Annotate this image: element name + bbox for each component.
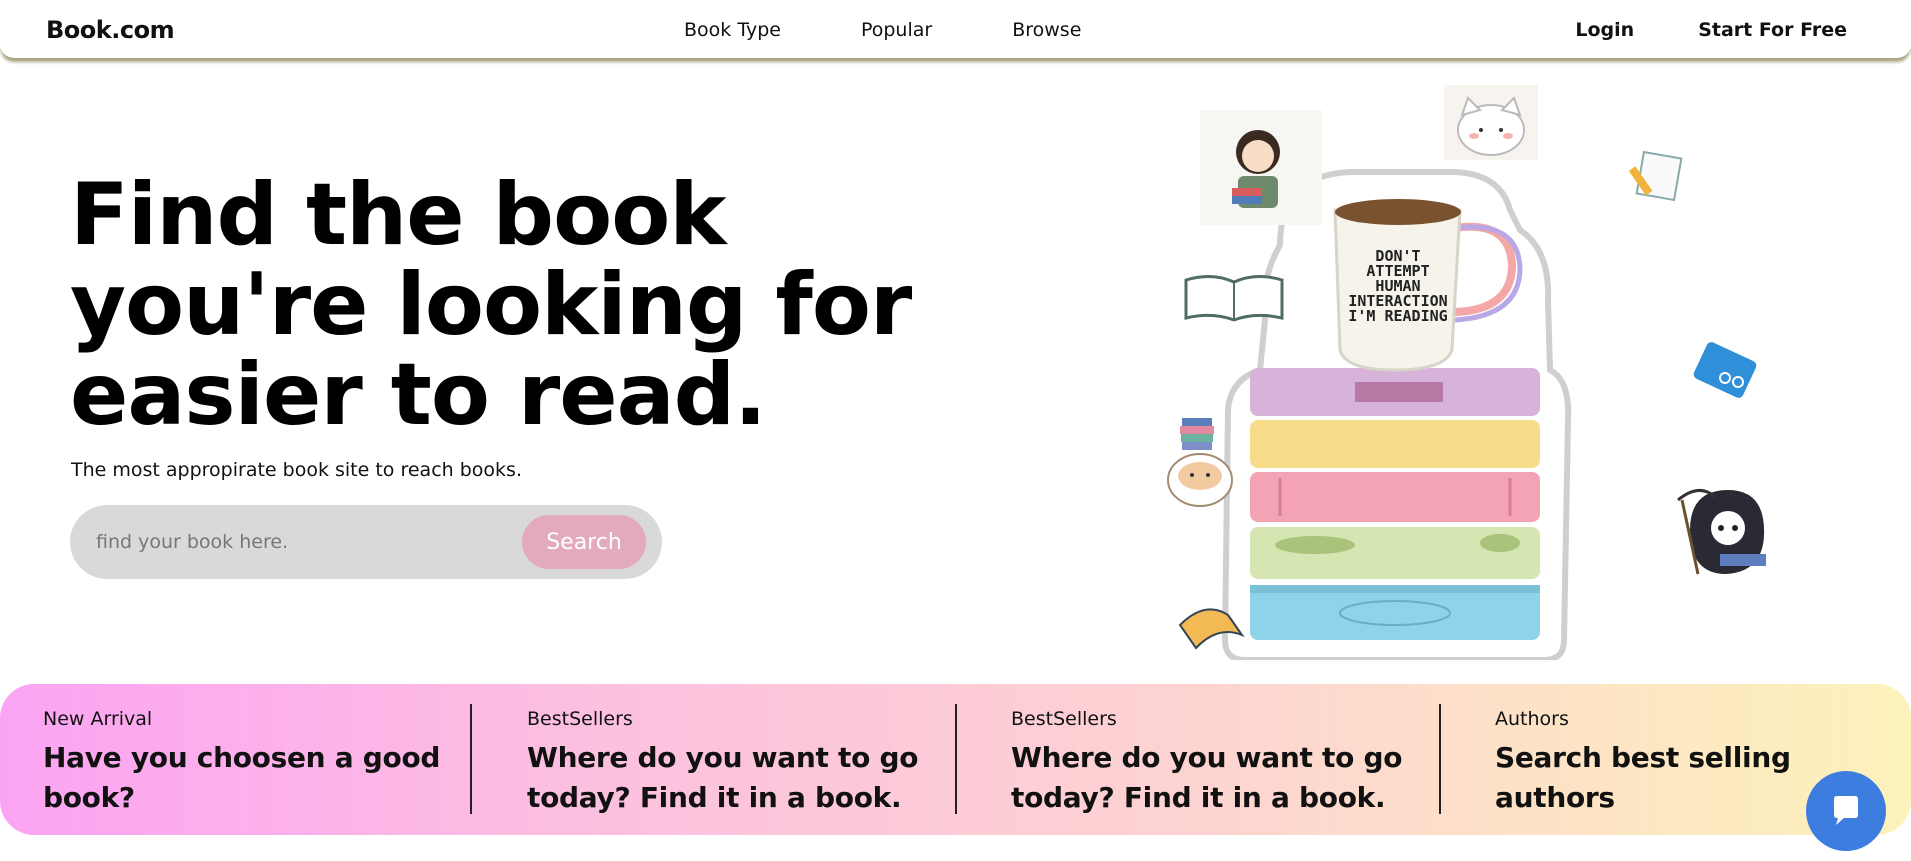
cat-with-books-sticker xyxy=(1167,418,1233,507)
card-label: BestSellers xyxy=(527,708,633,730)
hero-title: Find the book you're looking for easier … xyxy=(70,165,912,445)
mug-text-line-5: I'M READING xyxy=(1348,307,1447,325)
card-heading-line: today? Find it in a book. xyxy=(1011,781,1386,814)
category-strip: New Arrival Have you choosen a good book… xyxy=(0,684,1911,835)
hero-subtitle: The most appropirate book site to reach … xyxy=(71,459,522,481)
nav-actions: Login Start For Free xyxy=(1575,19,1847,41)
card-heading-line: book? xyxy=(43,781,135,814)
chat-bubble-icon xyxy=(1834,796,1858,825)
top-navbar: Book.com Book Type Popular Browse Login … xyxy=(0,0,1911,58)
card-divider xyxy=(1439,704,1441,814)
reaper-reading-sticker xyxy=(1677,489,1766,575)
search-button[interactable]: Search xyxy=(522,515,646,569)
nav-link-book-type[interactable]: Book Type xyxy=(684,19,781,41)
cat-sticker-top xyxy=(1444,85,1538,160)
card-heading-line: today? Find it in a book. xyxy=(527,781,902,814)
nav-link-browse[interactable]: Browse xyxy=(1012,19,1081,41)
login-link[interactable]: Login xyxy=(1575,19,1634,41)
hero-illustration: DON'T ATTEMPT HUMAN INTERACTION I'M READ… xyxy=(1150,80,1790,663)
card-heading-line: Where do you want to go xyxy=(1011,741,1403,774)
search-bar: Search xyxy=(70,505,662,579)
card-label: BestSellers xyxy=(1011,708,1117,730)
card-heading: Where do you want to go today? Find it i… xyxy=(527,738,918,818)
nav-link-popular[interactable]: Popular xyxy=(861,19,932,41)
card-divider xyxy=(470,704,472,814)
girl-reading-sticker xyxy=(1200,110,1322,225)
card-heading-line: Have you choosen a good xyxy=(43,741,441,774)
open-book-sticker xyxy=(1184,275,1284,322)
nav-links: Book Type Popular Browse xyxy=(684,19,1081,41)
card-new-arrival[interactable]: New Arrival Have you choosen a good book… xyxy=(43,708,440,818)
card-label: Authors xyxy=(1495,708,1569,730)
card-heading-line: Where do you want to go xyxy=(527,741,919,774)
start-for-free-link[interactable]: Start For Free xyxy=(1698,19,1847,41)
paper-pencil-sticker xyxy=(1628,150,1683,202)
card-heading: Where do you want to go today? Find it i… xyxy=(1011,738,1402,818)
card-label: New Arrival xyxy=(43,708,153,730)
card-bestsellers-1[interactable]: BestSellers Where do you want to go toda… xyxy=(527,708,918,818)
search-input[interactable] xyxy=(96,525,496,559)
card-divider xyxy=(955,704,957,814)
brand-logo[interactable]: Book.com xyxy=(46,16,175,44)
book-stack-sticker: DON'T ATTEMPT HUMAN INTERACTION I'M READ… xyxy=(1167,85,1766,663)
blue-book-sticker xyxy=(1693,342,1757,398)
card-bestsellers-2[interactable]: BestSellers Where do you want to go toda… xyxy=(1011,708,1402,818)
chat-button[interactable] xyxy=(1806,771,1886,851)
card-heading: Have you choosen a good book? xyxy=(43,738,440,818)
